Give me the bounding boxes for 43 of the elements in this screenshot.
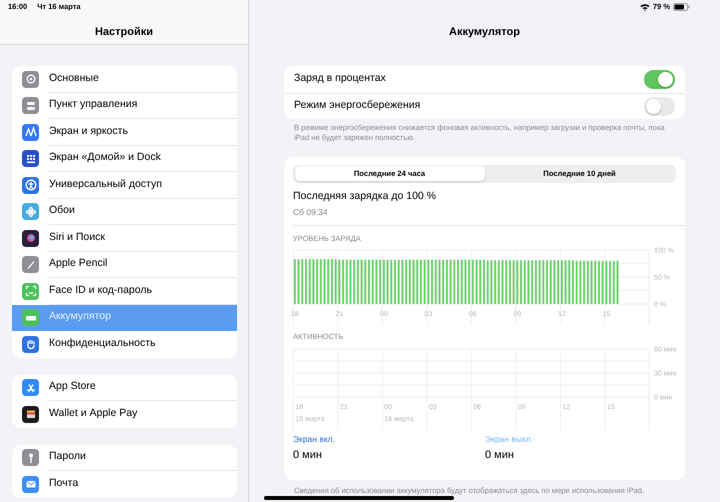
sidebar-item[interactable]: Почта (12, 471, 237, 498)
item-label: Обои (49, 203, 75, 218)
toggle-switch[interactable] (644, 96, 675, 116)
setting-label: Заряд в процентах (294, 71, 386, 86)
item-label: Универсальный доступ (49, 176, 162, 192)
item-label: Экран и яркость (49, 124, 128, 139)
battery-level-bar (294, 260, 296, 304)
toggle-switch[interactable] (644, 70, 675, 89)
sidebar-item[interactable]: Обои (12, 198, 237, 225)
page-title: Аккумулятор (448, 25, 521, 40)
sidebar-item[interactable]: Основные (12, 66, 237, 92)
item-label: Основные (49, 70, 99, 86)
sidebar-title: Настройки (94, 25, 154, 40)
setting-label: Режим энергосбережения (294, 98, 420, 114)
sidebar-item[interactable]: Конфиденциальность (12, 331, 237, 358)
sidebar-item[interactable]: Пункт управления (12, 92, 237, 119)
sidebar-item[interactable]: Wallet и Apple Pay (12, 401, 237, 428)
last-charge-title: Последняя зарядка до 100 % (293, 188, 438, 204)
sidebar-item[interactable]: Экран и яркость (12, 119, 237, 146)
sidebar-item[interactable]: Пароли (12, 444, 237, 471)
sidebar-item[interactable]: Siri и Поиск (12, 225, 237, 252)
item-label: Почта (49, 476, 78, 492)
item-label: Экран «Домой» и Dock (49, 150, 161, 166)
item-label: Пункт управления (49, 97, 138, 112)
wifi-icon (640, 3, 650, 11)
item-label: Wallet и Apple Pay (49, 406, 138, 422)
item-label: Аккумулятор (49, 309, 111, 324)
sidebar-item[interactable]: Универсальный доступ (12, 172, 237, 198)
item-label: Конфиденциальность (49, 336, 156, 352)
item-label: App Store (49, 379, 96, 394)
sidebar-item[interactable]: Apple Pencil (12, 252, 237, 278)
item-label: Siri и Поиск (49, 230, 105, 245)
stat-label: Экран вкл. (293, 432, 336, 446)
item-label: Apple Pencil (49, 256, 108, 272)
item-label: Face ID и код-пароль (49, 282, 152, 298)
sidebar-item[interactable]: Экран «Домой» и Dock (12, 146, 237, 172)
battery-icon (673, 3, 690, 11)
stat-value: 0 мин (293, 448, 323, 464)
item-label: Пароли (49, 449, 86, 464)
stat-label: Экран выкл. (485, 432, 534, 446)
last-charge-time: Сб 09:34 (293, 206, 329, 220)
sidebar-item[interactable]: App Store (12, 374, 237, 401)
stat-value: 0 мин (485, 448, 515, 464)
